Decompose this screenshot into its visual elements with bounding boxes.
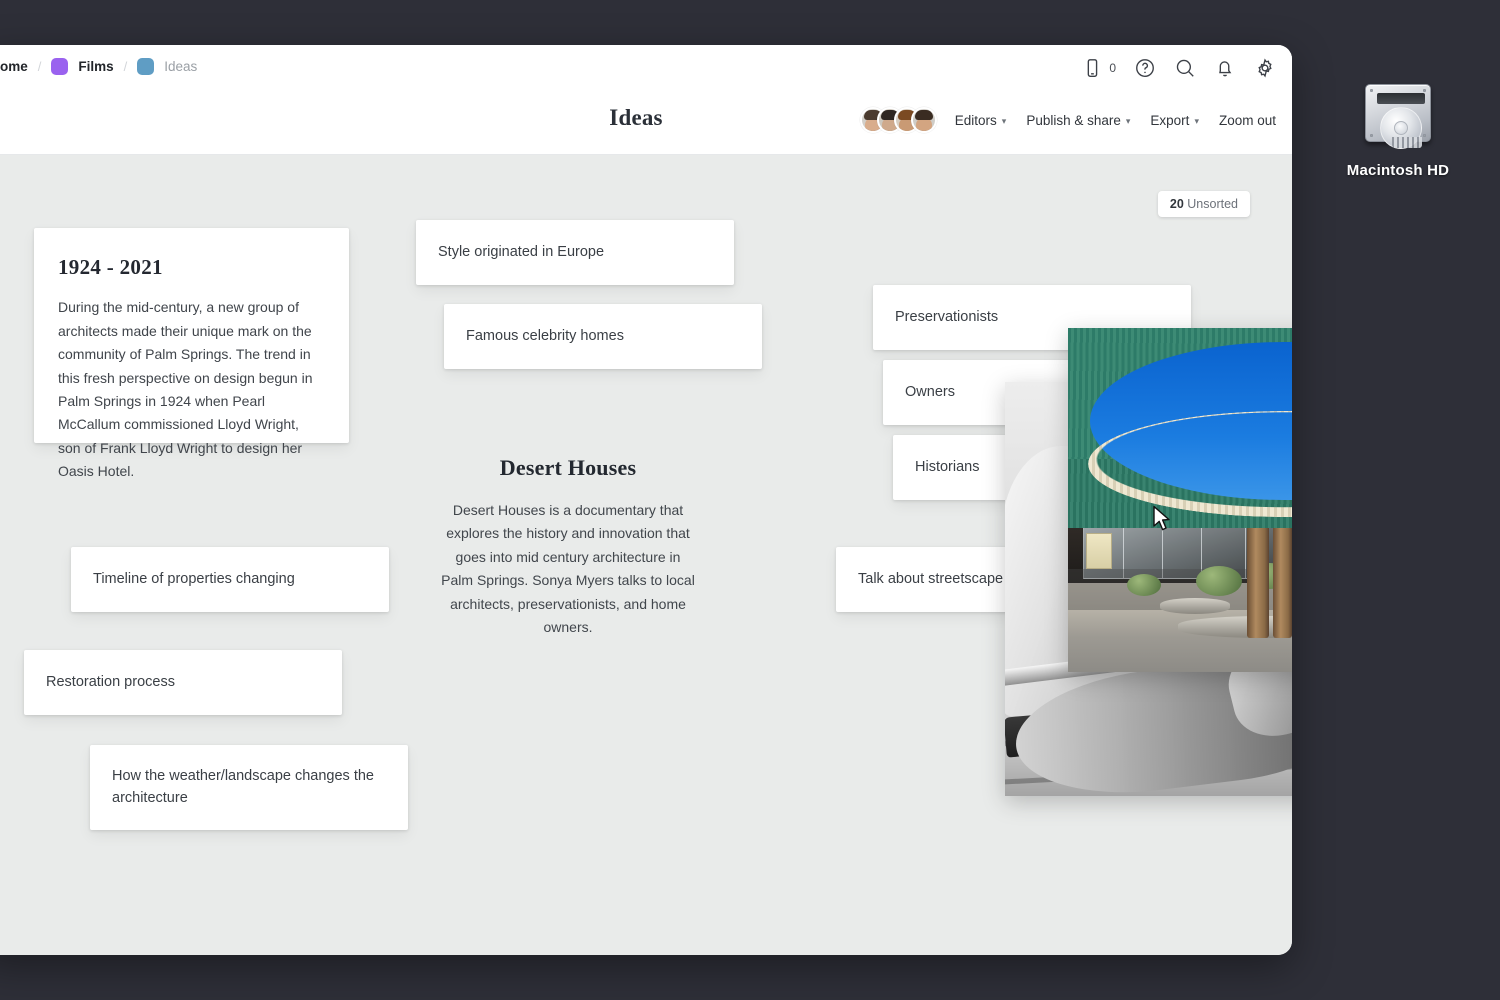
card-timeline-properties[interactable]: Timeline of properties changing	[71, 547, 389, 612]
zoom-out-label: Zoom out	[1218, 112, 1276, 128]
breadcrumb-chip-films	[51, 57, 69, 75]
notifications-bell-icon[interactable]	[1214, 57, 1236, 79]
desktop-icon-label: Macintosh HD	[1346, 162, 1450, 179]
breadcrumb-separator: /	[37, 58, 42, 74]
app-header: 0 Ideas Editors ▾ Publish & share ▾ Expo…	[0, 58, 1292, 155]
publish-share-menu-label: Publish & share	[1026, 112, 1121, 128]
desktop-icon-macintosh-hd[interactable]: Macintosh HD	[1337, 78, 1459, 179]
breadcrumb-chip-ideas	[137, 57, 155, 75]
card-label: Style originated in Europe	[438, 243, 605, 260]
card-timeline-text[interactable]: 1924 - 2021 During the mid-century, a ne…	[34, 228, 349, 479]
mobile-icon[interactable]	[1081, 57, 1103, 79]
card-label: Preservationists	[895, 308, 999, 325]
frame-desert-houses[interactable]: Desert Houses Desert Houses is a documen…	[438, 455, 698, 639]
editor-avatars[interactable]	[859, 107, 937, 133]
export-menu[interactable]: Export ▾	[1150, 113, 1199, 128]
top-icon-strip: 0	[1081, 57, 1276, 79]
card-restoration-process[interactable]: Restoration process	[24, 650, 342, 715]
unsorted-badge[interactable]: 20 Unsorted	[1157, 191, 1250, 217]
mobile-count-badge: 0	[1109, 61, 1116, 75]
search-icon[interactable]	[1174, 57, 1196, 79]
frame-title: Desert Houses	[499, 455, 637, 480]
card-label: Owners	[905, 383, 955, 400]
card-style-originated[interactable]: Style originated in Europe	[416, 220, 734, 285]
export-menu-label: Export	[1150, 112, 1190, 128]
architecture-photo[interactable]: 3200	[1068, 328, 1292, 672]
avatar[interactable]	[910, 107, 937, 133]
card-label: Historians	[915, 458, 980, 475]
card-label: How the weather/landscape changes the ar…	[112, 768, 374, 806]
settings-gear-icon[interactable]	[1254, 57, 1276, 79]
hard-drive-icon	[1361, 78, 1435, 152]
breadcrumb-item-home[interactable]: ome	[0, 59, 28, 74]
card-title: 1924 - 2021	[58, 255, 163, 279]
breadcrumb-item-ideas[interactable]: Ideas	[164, 59, 197, 74]
unsorted-count: 20	[1169, 197, 1184, 211]
editors-menu[interactable]: Editors ▾	[955, 113, 1007, 128]
frame-body: Desert Houses is a documentary that expl…	[441, 502, 695, 635]
header-toolbar: Editors ▾ Publish & share ▾ Export ▾ Zoo…	[859, 107, 1276, 133]
help-icon[interactable]	[1134, 57, 1156, 79]
chevron-down-icon: ▾	[1194, 115, 1199, 126]
editors-menu-label: Editors	[954, 112, 997, 128]
card-label: Timeline of properties changing	[93, 570, 295, 587]
card-celebrity-homes[interactable]: Famous celebrity homes	[444, 304, 762, 369]
breadcrumb-separator-2: /	[123, 58, 128, 74]
zoom-out-button[interactable]: Zoom out	[1219, 113, 1276, 128]
chevron-down-icon: ▾	[1001, 115, 1007, 126]
breadcrumb-item-films[interactable]: Films	[78, 59, 113, 74]
card-label: Restoration process	[46, 673, 175, 690]
card-weather-landscape[interactable]: How the weather/landscape changes the ar…	[90, 745, 408, 830]
card-body: During the mid-century, a new group of a…	[58, 299, 313, 480]
unsorted-label: Unsorted	[1187, 197, 1238, 211]
publish-share-menu[interactable]: Publish & share ▾	[1026, 113, 1130, 128]
card-label: Talk about streetscape	[858, 570, 1004, 587]
app-window: ome / Films / Ideas 0 Ideas Editors ▾ Pu…	[0, 45, 1292, 955]
board-canvas[interactable]: 20 Unsorted 1924 - 2021 During the mid-c…	[0, 155, 1292, 955]
chevron-down-icon: ▾	[1125, 115, 1131, 126]
card-label: Famous celebrity homes	[466, 327, 624, 344]
